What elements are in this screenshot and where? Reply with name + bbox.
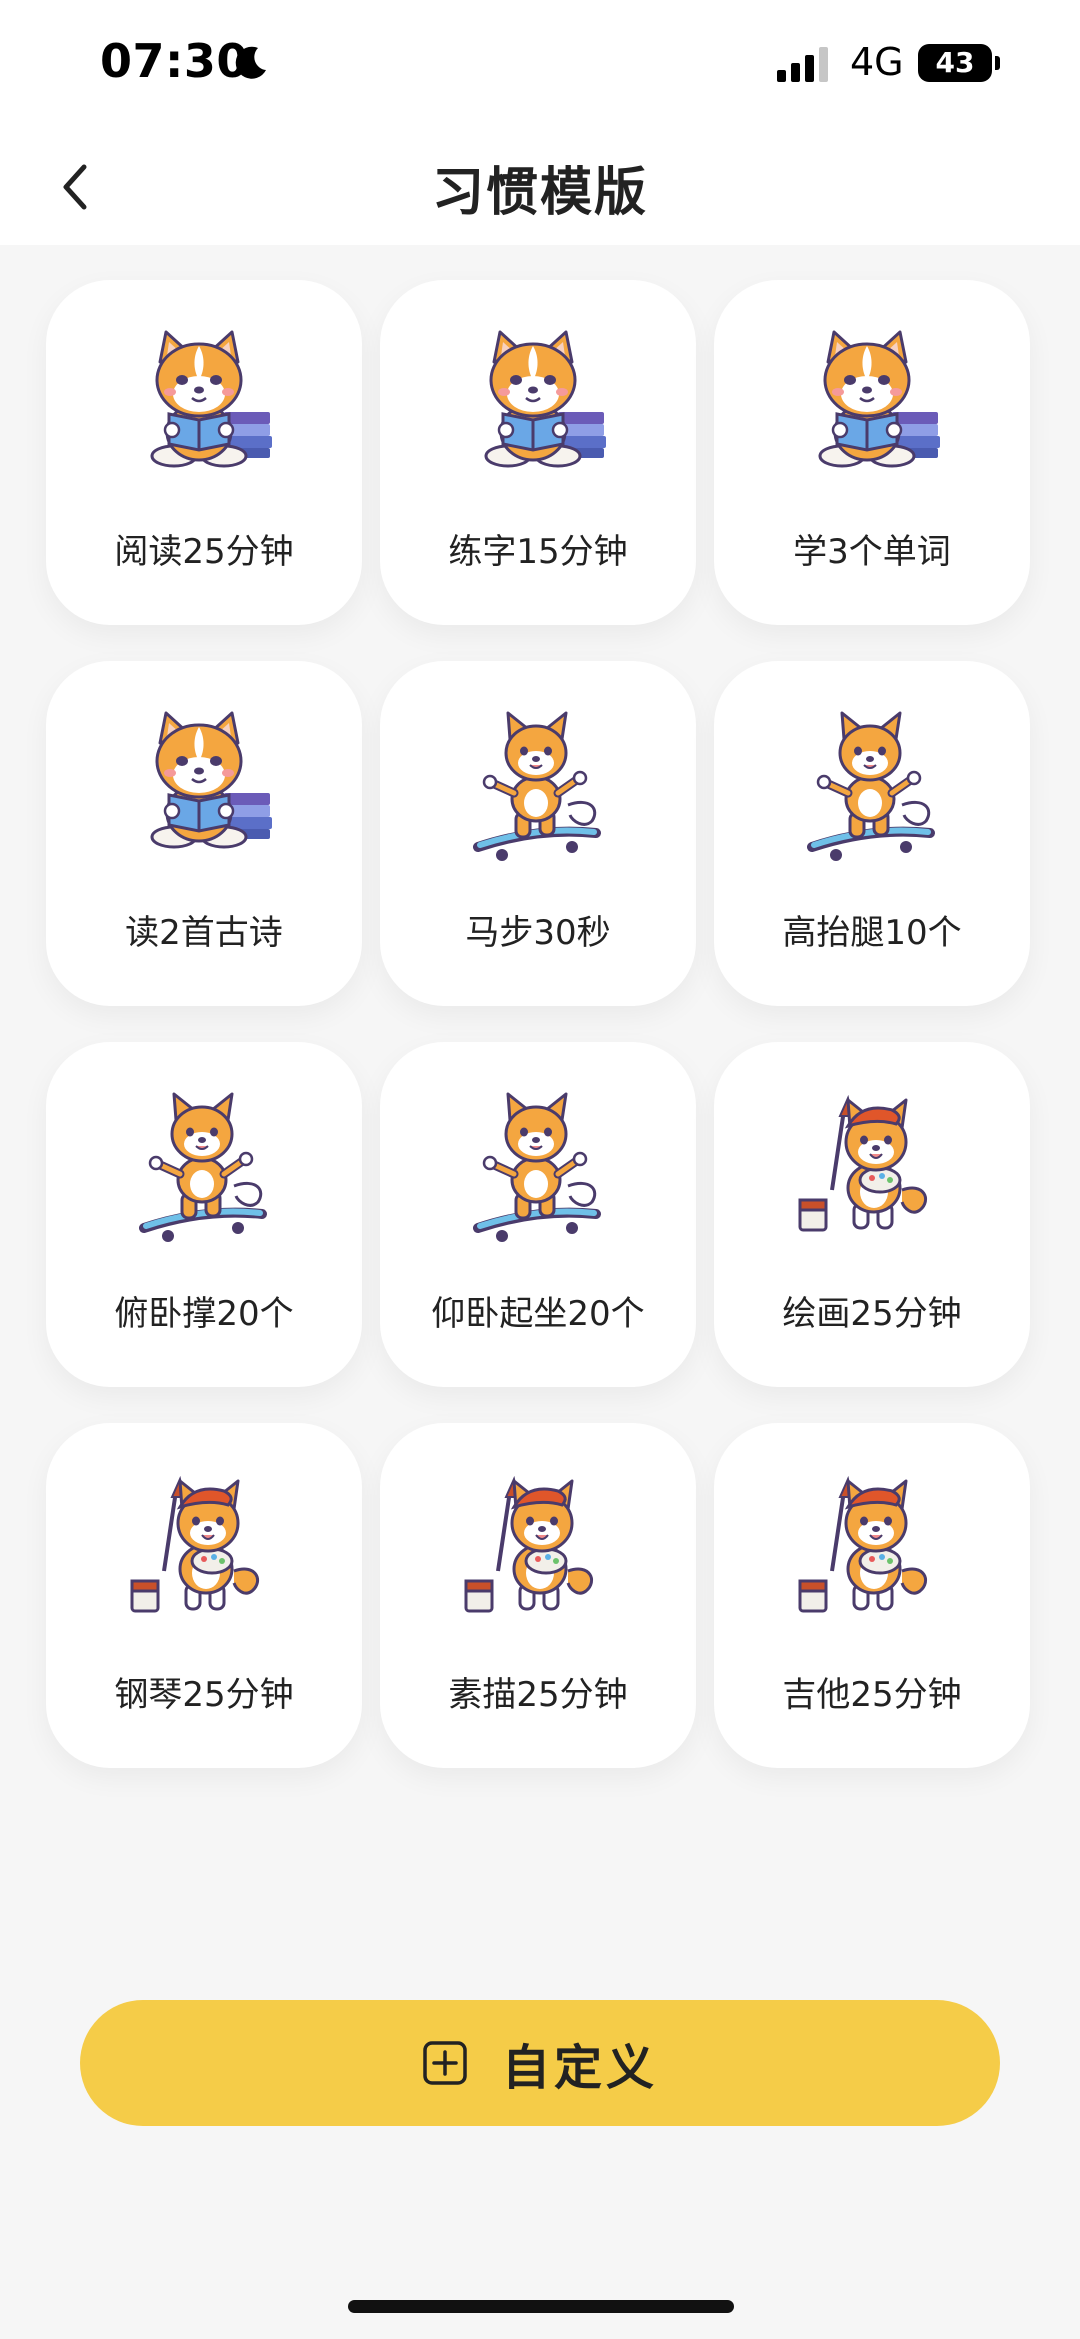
page-title: 习惯模版	[431, 163, 648, 223]
template-card[interactable]: 吉他25分钟	[714, 1423, 1030, 1768]
dog-reading-icon	[124, 709, 284, 869]
dog-skateboard-icon	[124, 1090, 284, 1250]
dog-skateboard-icon	[458, 1090, 618, 1250]
battery-tip	[995, 56, 1000, 70]
template-grid: 阅读25分钟 练字15分钟 学3个单词读2首古诗 马步30秒 高抬腿10个俯卧撑20个 仰…	[46, 280, 1032, 1768]
dog-painter-icon	[458, 1471, 618, 1631]
template-card[interactable]: 马步30秒	[380, 661, 696, 1006]
dog-reading-icon	[792, 328, 952, 488]
template-card-label: 高抬腿10个	[782, 913, 962, 953]
template-card[interactable]: 绘画25分钟	[714, 1042, 1030, 1387]
dog-reading-icon	[124, 328, 284, 488]
template-card-label: 仰卧起坐20个	[431, 1294, 645, 1334]
template-card-label: 学3个单词	[793, 532, 951, 572]
template-card[interactable]: 俯卧撑20个	[46, 1042, 362, 1387]
template-card-label: 俯卧撑20个	[114, 1294, 294, 1334]
template-card[interactable]: 钢琴25分钟	[46, 1423, 362, 1768]
template-card-label: 马步30秒	[465, 913, 611, 953]
custom-button-label: 自定义	[501, 2040, 658, 2096]
signal-icon	[777, 47, 828, 82]
template-card[interactable]: 素描25分钟	[380, 1423, 696, 1768]
moon-icon	[235, 46, 266, 79]
dog-reading-icon	[458, 328, 618, 488]
nav-bar: 习惯模版	[0, 130, 1080, 245]
dog-painter-icon	[124, 1471, 284, 1631]
dog-painter-icon	[792, 1471, 952, 1631]
dog-skateboard-icon	[458, 709, 618, 869]
template-card[interactable]: 高抬腿10个	[714, 661, 1030, 1006]
template-card[interactable]: 练字15分钟	[380, 280, 696, 625]
home-indicator	[348, 2300, 734, 2313]
dog-skateboard-icon	[792, 709, 952, 869]
dog-painter-icon	[792, 1090, 952, 1250]
template-card-label: 读2首古诗	[125, 913, 283, 953]
template-card-label: 吉他25分钟	[782, 1675, 962, 1715]
template-card-label: 阅读25分钟	[114, 532, 294, 572]
template-card-label: 钢琴25分钟	[114, 1675, 294, 1715]
status-bar: 07:30 4G 43	[0, 0, 1080, 130]
network-label: 4G	[850, 40, 904, 84]
template-card[interactable]: 学3个单词	[714, 280, 1030, 625]
status-time: 07:30	[100, 34, 249, 88]
template-card[interactable]: 读2首古诗	[46, 661, 362, 1006]
template-card-label: 素描25分钟	[448, 1675, 628, 1715]
plus-square-icon	[423, 2041, 467, 2085]
battery-indicator: 43	[918, 44, 992, 82]
template-card[interactable]: 阅读25分钟	[46, 280, 362, 625]
custom-habit-button[interactable]: 自定义	[80, 2000, 1000, 2126]
template-card-label: 练字15分钟	[448, 532, 628, 572]
template-card[interactable]: 仰卧起坐20个	[380, 1042, 696, 1387]
template-card-label: 绘画25分钟	[782, 1294, 962, 1334]
